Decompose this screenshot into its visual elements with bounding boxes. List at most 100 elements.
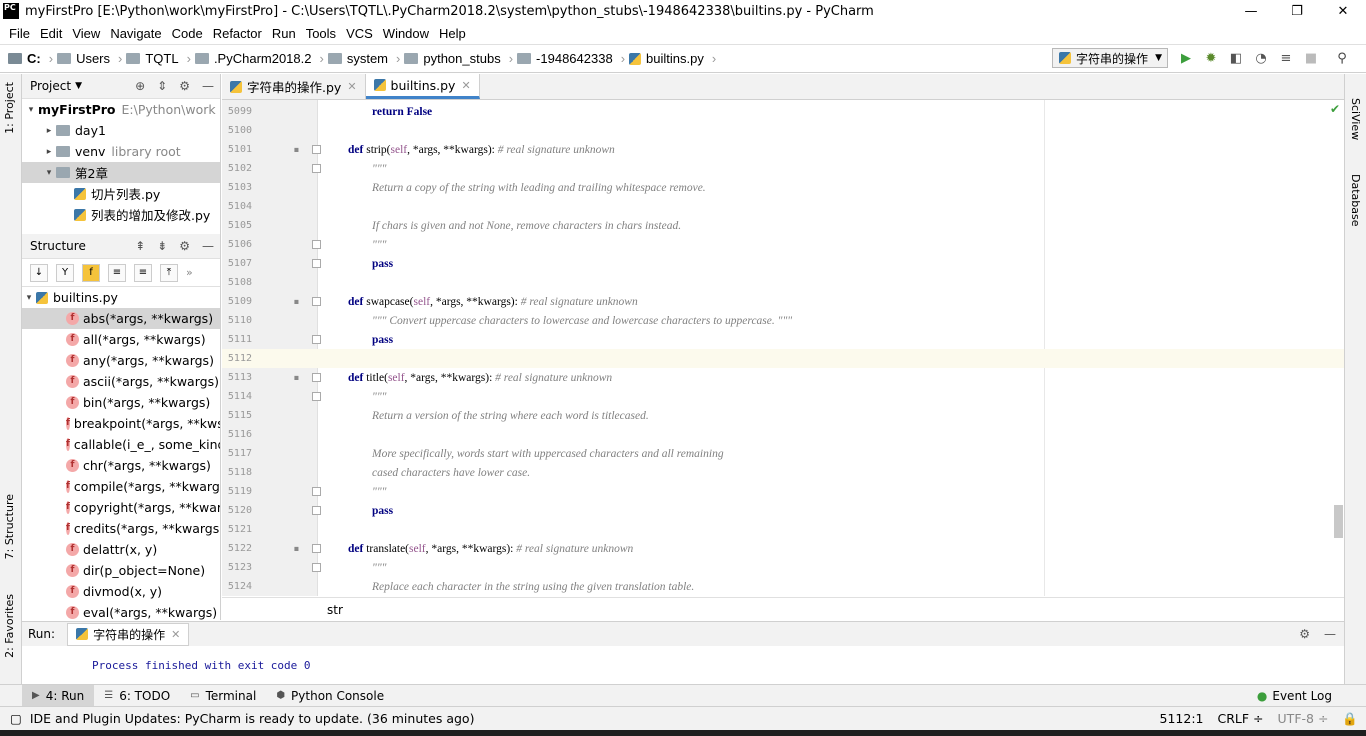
event-log-tab[interactable]: ● Event Log bbox=[1247, 685, 1342, 707]
structure-item[interactable]: f chr(*args, **kwargs) bbox=[22, 455, 220, 476]
favorites-tool-button[interactable]: 2: Favorites bbox=[3, 594, 16, 658]
status-message[interactable]: IDE and Plugin Updates: PyCharm is ready… bbox=[30, 711, 475, 726]
nav-crumb[interactable]: -1948642338 bbox=[517, 51, 613, 66]
code-line[interactable]: 5113 ◼ def title(self, *args, **kwargs): #… bbox=[222, 368, 1344, 387]
code-line[interactable]: 5116 bbox=[222, 425, 1344, 444]
code-line[interactable]: 5117 More specifically, words start with … bbox=[222, 444, 1344, 463]
menu-code[interactable]: Code bbox=[167, 26, 208, 41]
structure-item[interactable]: f all(*args, **kwargs) bbox=[22, 329, 220, 350]
code-line[interactable]: 5124 Replace each character in the string… bbox=[222, 577, 1344, 596]
fold-marker-icon[interactable] bbox=[312, 487, 321, 496]
project-tree-item[interactable]: ▾ 第2章 bbox=[22, 162, 220, 183]
fold-marker-icon[interactable] bbox=[312, 563, 321, 572]
debug-icon[interactable]: ✹ bbox=[1203, 50, 1219, 66]
code-line[interactable]: 5099 return False bbox=[222, 102, 1344, 121]
structure-item[interactable]: f delattr(x, y) bbox=[22, 539, 220, 560]
menu-edit[interactable]: Edit bbox=[35, 26, 67, 41]
editor-breadcrumb-item[interactable]: str bbox=[327, 603, 343, 617]
search-icon[interactable]: ⚲ bbox=[1334, 50, 1350, 66]
bottom-tab[interactable]: ▭ Terminal bbox=[180, 685, 266, 707]
structure-item[interactable]: f ascii(*args, **kwargs) bbox=[22, 371, 220, 392]
database-tool-button[interactable]: Database bbox=[1349, 174, 1362, 227]
code-line[interactable]: 5104 bbox=[222, 197, 1344, 216]
structure-item[interactable]: fcopyright(*args, **kwargs) bbox=[22, 497, 220, 518]
fold-marker-icon[interactable] bbox=[312, 240, 321, 249]
bottom-tab[interactable]: ⬢ Python Console bbox=[266, 685, 394, 707]
editor-tab[interactable]: builtins.py ✕ bbox=[365, 74, 480, 99]
show-fields-icon[interactable]: f bbox=[82, 263, 100, 282]
structure-tool-button[interactable]: 7: Structure bbox=[3, 494, 16, 559]
code-line[interactable]: 5111 pass bbox=[222, 330, 1344, 349]
override-marker-icon[interactable]: ◼ bbox=[294, 373, 299, 382]
more-icon[interactable]: » bbox=[186, 266, 193, 279]
code-line[interactable]: 5102 """ bbox=[222, 159, 1344, 178]
menu-window[interactable]: Window bbox=[378, 26, 434, 41]
code-line[interactable]: 5112 bbox=[222, 349, 1344, 368]
fold-marker-icon[interactable] bbox=[312, 506, 321, 515]
hide-icon[interactable]: — bbox=[202, 239, 214, 253]
code-line[interactable]: 5106 """ bbox=[222, 235, 1344, 254]
show-inherited-icon[interactable]: Y bbox=[56, 263, 74, 282]
nav-crumb[interactable]: system bbox=[327, 51, 388, 66]
gear-icon[interactable]: ⚙ bbox=[1299, 627, 1310, 641]
nav-crumb[interactable]: python_stubs bbox=[404, 51, 501, 66]
code-editor[interactable]: 5099 return False 5100 5101 ◼ def strip(self,… bbox=[222, 100, 1344, 596]
code-line[interactable]: 5110 """ Convert uppercase characters to … bbox=[222, 311, 1344, 330]
fold-marker-icon[interactable] bbox=[312, 373, 321, 382]
menu-view[interactable]: View bbox=[67, 26, 105, 41]
hide-icon[interactable]: — bbox=[1324, 627, 1336, 641]
project-tree-item[interactable]: 列表的增加及修改.py bbox=[22, 204, 220, 225]
override-marker-icon[interactable]: ◼ bbox=[294, 297, 299, 306]
run-configuration-select[interactable]: 字符串的操作 ▼ bbox=[1052, 48, 1168, 68]
hide-icon[interactable]: — bbox=[202, 79, 214, 93]
concurrency-icon[interactable]: ≡ bbox=[1278, 50, 1294, 66]
code-line[interactable]: 5121 bbox=[222, 520, 1344, 539]
fold-marker-icon[interactable] bbox=[312, 335, 321, 344]
project-panel-title[interactable]: Project bbox=[30, 79, 71, 93]
code-line[interactable]: 5109 ◼ def swapcase(self, *args, **kwargs)… bbox=[222, 292, 1344, 311]
code-line[interactable]: 5119 """ bbox=[222, 482, 1344, 501]
restore-button[interactable]: ❐ bbox=[1274, 0, 1320, 22]
chevron-icon[interactable]: ▸ bbox=[42, 147, 56, 157]
file-encoding[interactable]: UTF-8 ÷ bbox=[1278, 711, 1329, 726]
code-line[interactable]: 5120 pass bbox=[222, 501, 1344, 520]
structure-item[interactable]: f compile(*args, **kwargs) bbox=[22, 476, 220, 497]
structure-item[interactable]: f callable(i_e_, some_kind_ bbox=[22, 434, 220, 455]
structure-item[interactable]: f abs(*args, **kwargs) bbox=[22, 308, 220, 329]
override-marker-icon[interactable]: ◼ bbox=[294, 544, 299, 553]
cursor-position[interactable]: 5112:1 bbox=[1160, 711, 1204, 726]
bottom-tab[interactable]: ☰ 6: TODO bbox=[94, 685, 180, 707]
structure-item[interactable]: f any(*args, **kwargs) bbox=[22, 350, 220, 371]
profile-icon[interactable]: ◔ bbox=[1253, 50, 1269, 66]
code-line[interactable]: 5122 ◼ def translate(self, *args, **kwargs… bbox=[222, 539, 1344, 558]
structure-item[interactable]: f breakpoint(*args, **kws) bbox=[22, 413, 220, 434]
code-line[interactable]: 5100 bbox=[222, 121, 1344, 140]
menu-tools[interactable]: Tools bbox=[301, 26, 341, 41]
collapse-all-icon[interactable]: ⇟ bbox=[157, 239, 167, 253]
fold-marker-icon[interactable] bbox=[312, 297, 321, 306]
code-line[interactable]: 5118 cased characters have lower case. bbox=[222, 463, 1344, 482]
code-line[interactable]: 5101 ◼ def strip(self, *args, **kwargs): #… bbox=[222, 140, 1344, 159]
expand-icon[interactable]: ≡ bbox=[108, 263, 126, 282]
collapse-icon[interactable]: ≡ bbox=[134, 263, 152, 282]
locate-icon[interactable]: ⊕ bbox=[135, 79, 145, 93]
structure-item[interactable]: f bin(*args, **kwargs) bbox=[22, 392, 220, 413]
code-line[interactable]: 5103 Return a copy of the string with lea… bbox=[222, 178, 1344, 197]
structure-item[interactable]: f eval(*args, **kwargs) bbox=[22, 602, 220, 620]
project-tree-item[interactable]: ▸ day1 bbox=[22, 120, 220, 141]
run-tab[interactable]: 字符串的操作 ✕ bbox=[67, 622, 190, 646]
nav-crumb[interactable]: .PyCharm2018.2 bbox=[194, 51, 312, 66]
autoscroll-icon[interactable]: ⤒ bbox=[160, 263, 178, 282]
code-line[interactable]: 5107 pass bbox=[222, 254, 1344, 273]
editor-scrollbar-thumb[interactable] bbox=[1334, 505, 1343, 538]
menu-navigate[interactable]: Navigate bbox=[105, 26, 166, 41]
chevron-icon[interactable]: ▾ bbox=[42, 168, 56, 178]
gear-icon[interactable]: ⚙ bbox=[179, 239, 190, 253]
fold-marker-icon[interactable] bbox=[312, 392, 321, 401]
fold-marker-icon[interactable] bbox=[312, 544, 321, 553]
editor-tab[interactable]: 字符串的操作.py ✕ bbox=[222, 74, 366, 99]
expand-all-icon[interactable]: ⇞ bbox=[135, 239, 145, 253]
project-tree-item[interactable]: ▾ myFirstPro E:\Python\work bbox=[22, 99, 220, 120]
project-tree-item[interactable]: 切片列表.py bbox=[22, 183, 220, 204]
fold-marker-icon[interactable] bbox=[312, 164, 321, 173]
